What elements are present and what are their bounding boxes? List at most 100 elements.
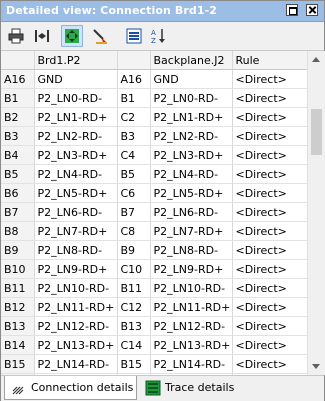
- title-bar[interactable]: Detailed view: Connection Brd1-2: [1, 1, 324, 22]
- net-to-cell[interactable]: P2_LN8-RD-: [150, 240, 233, 260]
- pin-from-cell[interactable]: B8: [1, 221, 35, 241]
- net-to-cell[interactable]: P2_LN3-RD+: [150, 145, 233, 165]
- table-row[interactable]: B10 P2_LN9-RD+ C10 P2_LN9-RD+ <Direct>: [1, 259, 307, 279]
- net-to-cell[interactable]: P2_LN2-RD-: [150, 126, 233, 146]
- net-from-cell[interactable]: P2_LN0-RD-: [34, 88, 118, 108]
- pin-to-cell[interactable]: B9: [117, 240, 151, 260]
- rule-cell[interactable]: <Direct>: [232, 278, 307, 298]
- rule-cell[interactable]: <Direct>: [232, 316, 307, 336]
- tab-connection-details[interactable]: Connection details: [4, 376, 137, 400]
- rule-cell[interactable]: <Direct>: [232, 164, 307, 184]
- net-from-cell[interactable]: P2_LN12-RD-: [34, 316, 118, 336]
- pin-to-cell[interactable]: A16: [117, 69, 151, 89]
- pin-to-cell[interactable]: B1: [117, 88, 151, 108]
- pin-from-cell[interactable]: A16: [1, 69, 35, 89]
- net-to-cell[interactable]: P2_LN14-RD-: [150, 354, 233, 374]
- column-header-pin-to[interactable]: [117, 51, 151, 70]
- column-header-backplane-j2[interactable]: Backplane.J2: [150, 51, 233, 70]
- scroll-down-icon[interactable]: [312, 364, 320, 369]
- table-row[interactable]: B7 P2_LN6-RD- B7 P2_LN6-RD- <Direct>: [1, 202, 307, 222]
- rule-cell[interactable]: <Direct>: [232, 354, 307, 374]
- rule-cell[interactable]: <Direct>: [232, 240, 307, 260]
- net-from-cell[interactable]: P2_LN11-RD+: [34, 297, 118, 317]
- rule-cell[interactable]: <Direct>: [232, 202, 307, 222]
- net-to-cell[interactable]: P2_LN1-RD+: [150, 107, 233, 127]
- pin-from-cell[interactable]: B11: [1, 278, 35, 298]
- rule-cell[interactable]: <Direct>: [232, 335, 307, 355]
- rule-cell[interactable]: <Direct>: [232, 69, 307, 89]
- net-from-cell[interactable]: P2_LN13-RD+: [34, 335, 118, 355]
- table-row[interactable]: B8 P2_LN7-RD+ C8 P2_LN7-RD+ <Direct>: [1, 221, 307, 241]
- net-from-cell[interactable]: P2_LN8-RD-: [34, 240, 118, 260]
- net-from-cell[interactable]: P2_LN6-RD-: [34, 202, 118, 222]
- sort-az-icon[interactable]: AZ: [147, 25, 169, 47]
- net-to-cell[interactable]: P2_LN6-RD-: [150, 202, 233, 222]
- rule-cell[interactable]: <Direct>: [232, 107, 307, 127]
- pin-from-cell[interactable]: B7: [1, 202, 35, 222]
- highlight-pen-icon[interactable]: [89, 25, 111, 47]
- pin-from-cell[interactable]: B15: [1, 354, 35, 374]
- table-row[interactable]: B4 P2_LN3-RD+ C4 P2_LN3-RD+ <Direct>: [1, 145, 307, 165]
- net-to-cell[interactable]: P2_LN4-RD-: [150, 164, 233, 184]
- pin-to-cell[interactable]: C6: [117, 183, 151, 203]
- pin-to-cell[interactable]: C4: [117, 145, 151, 165]
- pin-from-cell[interactable]: B1: [1, 88, 35, 108]
- printer-icon[interactable]: [5, 25, 27, 47]
- column-header-pin-from[interactable]: [1, 51, 35, 70]
- scroll-up-icon[interactable]: [312, 57, 320, 62]
- pin-from-cell[interactable]: B6: [1, 183, 35, 203]
- rule-cell[interactable]: <Direct>: [232, 126, 307, 146]
- pin-to-cell[interactable]: C14: [117, 335, 151, 355]
- pin-to-cell[interactable]: C2: [117, 107, 151, 127]
- table-row[interactable]: B6 P2_LN5-RD+ C6 P2_LN5-RD+ <Direct>: [1, 183, 307, 203]
- pin-to-cell[interactable]: C8: [117, 221, 151, 241]
- pin-to-cell[interactable]: B5: [117, 164, 151, 184]
- pin-from-cell[interactable]: B12: [1, 297, 35, 317]
- table-row[interactable]: B13 P2_LN12-RD- B13 P2_LN12-RD- <Direct>: [1, 316, 307, 336]
- net-to-cell[interactable]: P2_LN13-RD+: [150, 335, 233, 355]
- close-button[interactable]: [306, 4, 318, 16]
- pin-from-cell[interactable]: B2: [1, 107, 35, 127]
- net-to-cell[interactable]: GND: [150, 69, 233, 89]
- net-from-cell[interactable]: P2_LN9-RD+: [34, 259, 118, 279]
- pin-to-cell[interactable]: B13: [117, 316, 151, 336]
- net-from-cell[interactable]: P2_LN2-RD-: [34, 126, 118, 146]
- scroll-thumb[interactable]: [311, 109, 322, 155]
- column-header-rule[interactable]: Rule: [232, 51, 307, 70]
- pin-to-cell[interactable]: B11: [117, 278, 151, 298]
- pin-from-cell[interactable]: B9: [1, 240, 35, 260]
- pin-from-cell[interactable]: B5: [1, 164, 35, 184]
- column-header-brd1-p2[interactable]: Brd1.P2: [34, 51, 118, 70]
- table-row[interactable]: B15 P2_LN14-RD- B15 P2_LN14-RD- <Direct>: [1, 354, 307, 374]
- rule-cell[interactable]: <Direct>: [232, 259, 307, 279]
- net-from-cell[interactable]: GND: [34, 69, 118, 89]
- pin-to-cell[interactable]: C10: [117, 259, 151, 279]
- rule-cell[interactable]: <Direct>: [232, 221, 307, 241]
- table-row[interactable]: B3 P2_LN2-RD- B3 P2_LN2-RD- <Direct>: [1, 126, 307, 146]
- net-to-cell[interactable]: P2_LN11-RD+: [150, 297, 233, 317]
- fit-columns-icon[interactable]: [31, 25, 53, 47]
- rule-cell[interactable]: <Direct>: [232, 297, 307, 317]
- pin-to-cell[interactable]: B15: [117, 354, 151, 374]
- table-row[interactable]: B14 P2_LN13-RD+ C14 P2_LN13-RD+ <Direct>: [1, 335, 307, 355]
- vertical-scrollbar[interactable]: [307, 51, 325, 375]
- net-to-cell[interactable]: P2_LN7-RD+: [150, 221, 233, 241]
- table-row[interactable]: B1 P2_LN0-RD- B1 P2_LN0-RD- <Direct>: [1, 88, 307, 108]
- table-row[interactable]: B2 P2_LN1-RD+ C2 P2_LN1-RD+ <Direct>: [1, 107, 307, 127]
- pin-from-cell[interactable]: B14: [1, 335, 35, 355]
- pin-to-cell[interactable]: C12: [117, 297, 151, 317]
- net-from-cell[interactable]: P2_LN1-RD+: [34, 107, 118, 127]
- net-to-cell[interactable]: P2_LN5-RD+: [150, 183, 233, 203]
- pin-to-cell[interactable]: B7: [117, 202, 151, 222]
- net-from-cell[interactable]: P2_LN10-RD-: [34, 278, 118, 298]
- net-to-cell[interactable]: P2_LN0-RD-: [150, 88, 233, 108]
- expand-grid-icon[interactable]: [61, 25, 83, 47]
- table-row[interactable]: B11 P2_LN10-RD- B11 P2_LN10-RD- <Direct>: [1, 278, 307, 298]
- rule-cell[interactable]: <Direct>: [232, 145, 307, 165]
- table-row[interactable]: B12 P2_LN11-RD+ C12 P2_LN11-RD+ <Direct>: [1, 297, 307, 317]
- net-from-cell[interactable]: P2_LN7-RD+: [34, 221, 118, 241]
- net-from-cell[interactable]: P2_LN3-RD+: [34, 145, 118, 165]
- pin-from-cell[interactable]: B13: [1, 316, 35, 336]
- pin-to-cell[interactable]: B3: [117, 126, 151, 146]
- pin-from-cell[interactable]: B3: [1, 126, 35, 146]
